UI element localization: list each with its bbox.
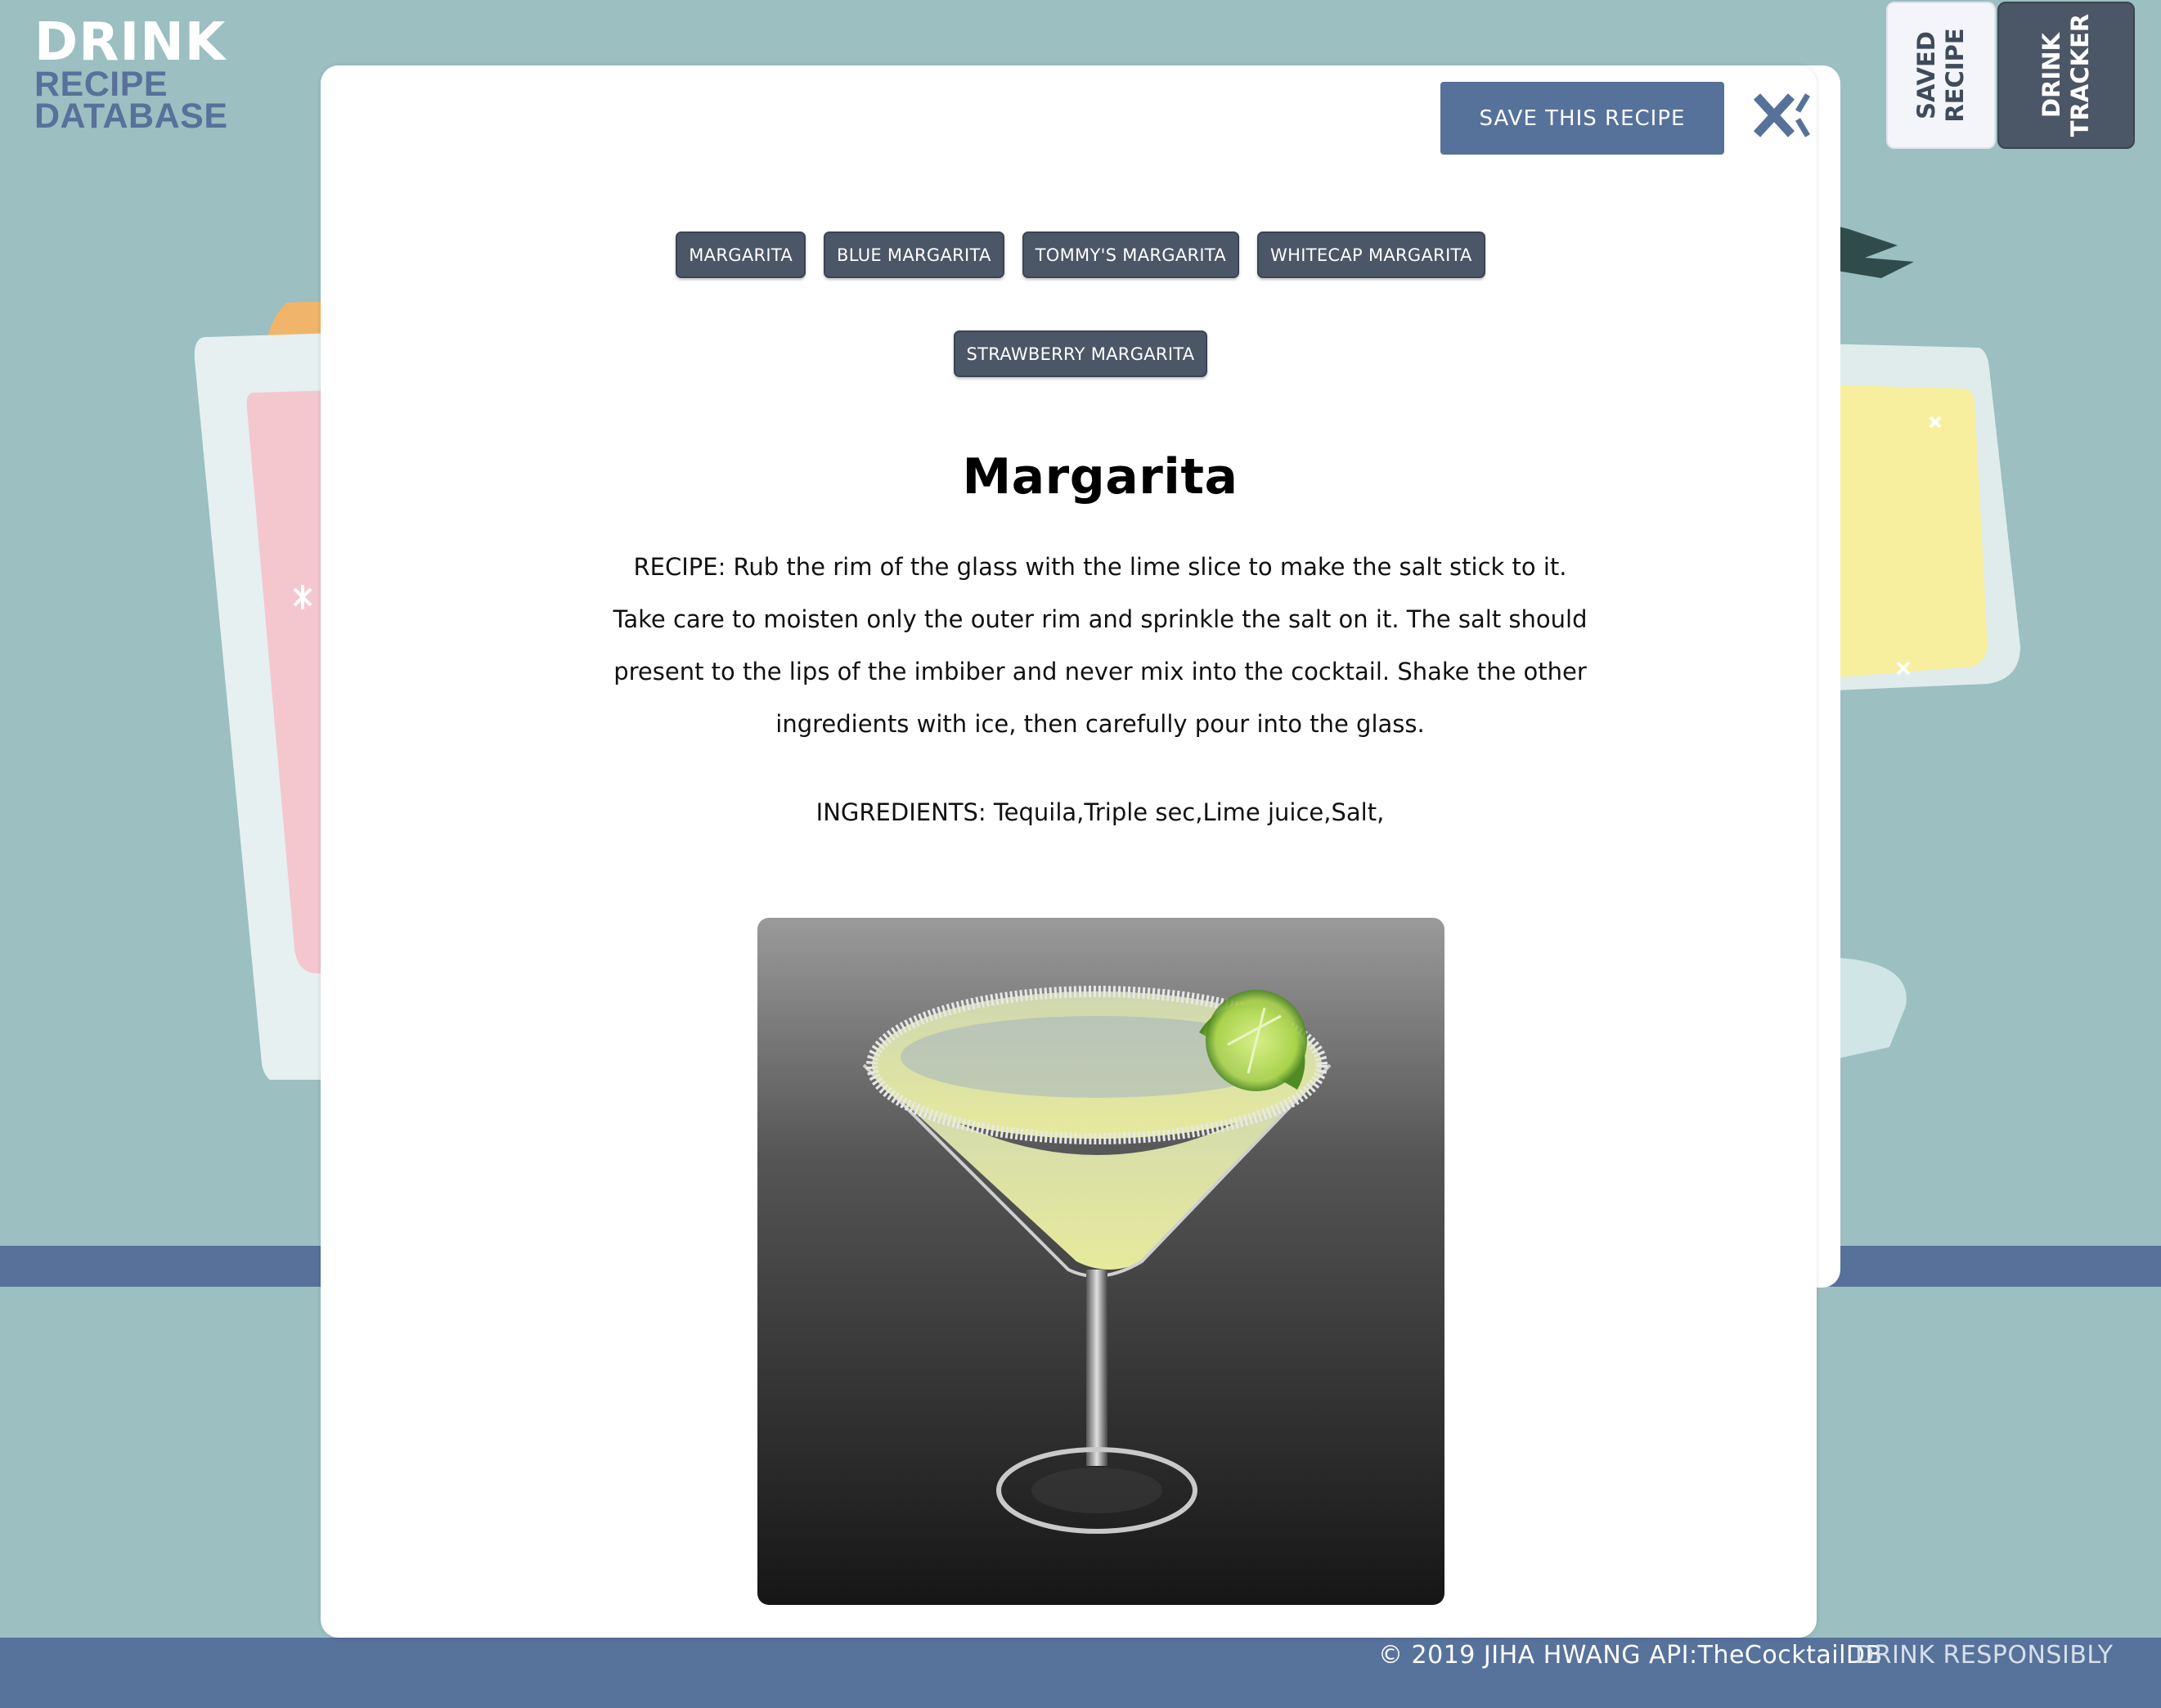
site-logo[interactable]: DRINK RECIPE DATABASE bbox=[34, 12, 228, 136]
ingredients-list: INGREDIENTS: Tequila,Triple sec,Lime jui… bbox=[815, 798, 1385, 826]
saved-recipe-tab-label: SAVED RECIPE bbox=[1912, 28, 1969, 123]
drink-title: Margarita bbox=[962, 448, 1238, 506]
margarita-glass-photo bbox=[757, 918, 1444, 1605]
recipe-instructions: RECIPE: Rub the rim of the glass with th… bbox=[613, 553, 1588, 738]
variant-button-margarita[interactable]: MARGARITA bbox=[676, 231, 806, 278]
close-x-icon[interactable] bbox=[1747, 82, 1813, 154]
variant-button-tommys-margarita[interactable]: TOMMY'S MARGARITA bbox=[1022, 231, 1240, 278]
saved-recipe-tab[interactable]: SAVED RECIPE bbox=[1886, 2, 1996, 149]
variant-buttons-row-2: STRAWBERRY MARGARITA bbox=[0, 330, 2161, 377]
logo-subtitle-line2: DATABASE bbox=[34, 97, 228, 136]
variant-button-whitecap-margarita[interactable]: WHITECAP MARGARITA bbox=[1257, 231, 1485, 278]
drink-tracker-tab[interactable]: DRINK TRACKER bbox=[1997, 2, 2135, 149]
footer-drink-responsibly: DRINK RESPONSIBLY bbox=[1855, 1641, 2114, 1670]
variant-buttons-row-1: MARGARITA BLUE MARGARITA TOMMY'S MARGARI… bbox=[0, 231, 2161, 278]
save-recipe-button[interactable]: SAVE THIS RECIPE bbox=[1440, 82, 1724, 155]
variant-button-strawberry-margarita[interactable]: STRAWBERRY MARGARITA bbox=[953, 330, 1208, 377]
variant-button-blue-margarita[interactable]: BLUE MARGARITA bbox=[824, 231, 1004, 278]
footer-copyright: © 2019 JIHA HWANG API:TheCocktailDB bbox=[1378, 1641, 1883, 1670]
drink-tracker-tab-label: DRINK TRACKER bbox=[2037, 13, 2094, 137]
logo-title: DRINK bbox=[34, 12, 227, 73]
